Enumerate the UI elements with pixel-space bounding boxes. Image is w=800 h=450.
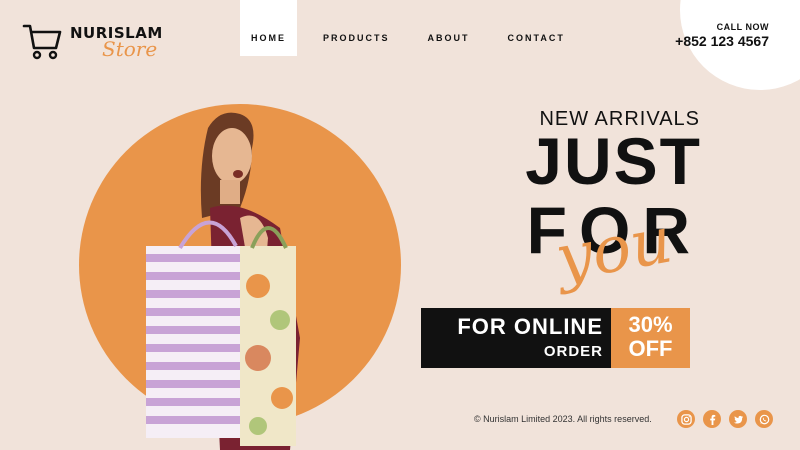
phone-number[interactable]: +852 123 4567 — [675, 33, 769, 49]
social-links — [677, 410, 773, 428]
headline-just: JUST — [525, 124, 702, 198]
nav-products[interactable]: PRODUCTS — [323, 0, 390, 56]
promo-banner[interactable]: FOR ONLINE ORDER 30% OFF — [421, 308, 690, 368]
call-now-label: CALL NOW — [716, 22, 769, 32]
headline-you-script: you — [550, 203, 678, 297]
instagram-icon[interactable] — [677, 410, 695, 428]
promo-percent: 30% — [628, 312, 673, 337]
copyright-text: © Nurislam Limited 2023. All rights rese… — [474, 414, 652, 424]
brand-logo[interactable]: NURISLAM Store — [22, 22, 163, 62]
promo-line2: ORDER — [543, 343, 603, 360]
nav-home[interactable]: HOME — [240, 0, 297, 56]
twitter-icon[interactable] — [729, 410, 747, 428]
facebook-icon[interactable] — [703, 410, 721, 428]
nav-contact[interactable]: CONTACT — [508, 0, 565, 56]
brand-subtitle: Store — [102, 36, 158, 61]
shopping-cart-icon — [22, 24, 62, 60]
nav-about[interactable]: ABOUT — [428, 0, 470, 56]
promo-discount: 30% OFF — [611, 308, 690, 368]
whatsapp-icon[interactable] — [755, 410, 773, 428]
call-now[interactable]: CALL NOW +852 123 4567 — [675, 22, 769, 49]
hero-model-image — [146, 112, 300, 450]
main-nav: HOME PRODUCTS ABOUT CONTACT — [240, 0, 603, 56]
promo-off: OFF — [628, 336, 673, 361]
promo-line1: FOR ONLINE — [457, 314, 603, 339]
promo-online-order: FOR ONLINE ORDER — [421, 308, 611, 368]
